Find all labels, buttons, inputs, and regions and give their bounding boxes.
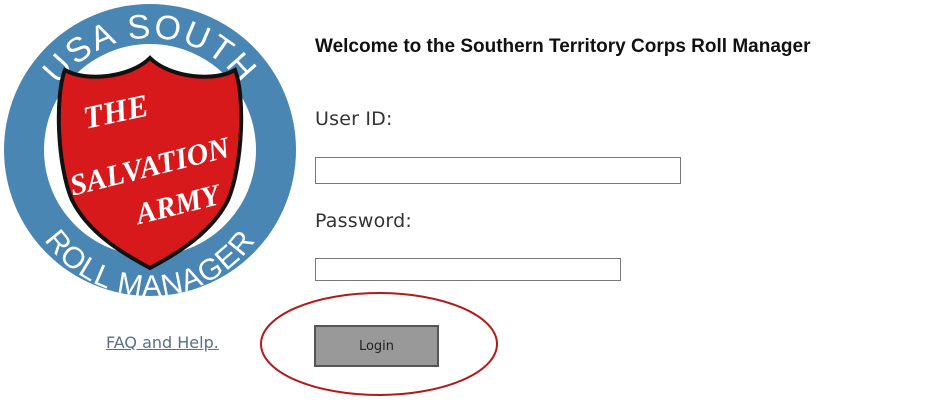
salvation-army-logo: USA SOUTH ROLL MANAGER THE SALVATION ARM…	[4, 4, 296, 303]
user-id-label: User ID:	[315, 108, 393, 130]
password-input[interactable]	[315, 258, 621, 281]
page-title: Welcome to the Southern Territory Corps …	[315, 36, 811, 57]
faq-help-link[interactable]: FAQ and Help.	[106, 333, 219, 352]
password-label: Password:	[315, 210, 412, 232]
user-id-input[interactable]	[315, 157, 681, 184]
login-button[interactable]: Login	[314, 325, 439, 367]
login-page: USA SOUTH ROLL MANAGER THE SALVATION ARM…	[0, 0, 938, 403]
